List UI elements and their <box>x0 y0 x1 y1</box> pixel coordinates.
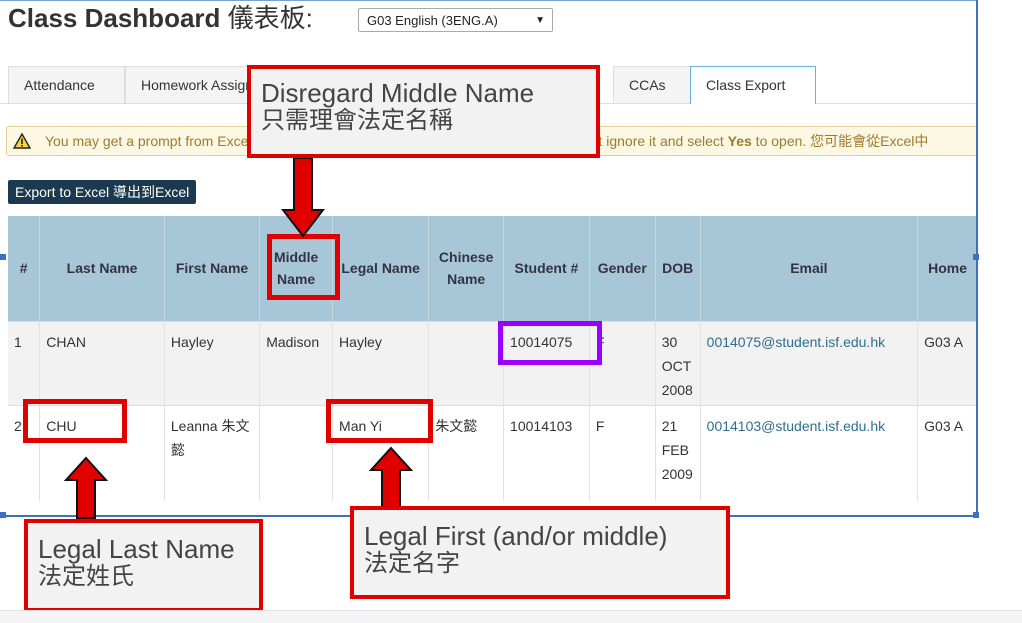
last-name-highlight <box>23 399 127 443</box>
warning-icon <box>13 133 31 149</box>
tab-homework[interactable]: Homework Assignments <box>125 66 255 103</box>
legal-name-highlight <box>326 399 433 443</box>
tab-label: Attendance <box>24 77 95 93</box>
frame-border-top <box>0 0 978 1</box>
tab-ccas[interactable]: CCAs <box>613 66 691 103</box>
bottom-strip <box>0 610 1022 623</box>
col-chinese-name[interactable]: Chinese Name <box>428 216 505 321</box>
resize-handle[interactable] <box>973 254 979 260</box>
callout-first-cn: 法定名字 <box>364 550 460 577</box>
cell-student-number: 10014103 <box>503 404 590 501</box>
col-legal-name[interactable]: Legal Name <box>332 216 430 321</box>
cell-middle-name <box>259 404 334 501</box>
alert-text-middle: st ignore it and select <box>591 133 728 149</box>
callout-middle-name: Disregard Middle Name 只需理會法定名稱 <box>247 65 600 158</box>
cell-dob: 30 OCT 2008 <box>655 320 701 405</box>
tab-label: Class Export <box>706 77 786 93</box>
arrow-up-icon <box>369 446 413 509</box>
email-link[interactable]: 0014103@student.isf.edu.hk <box>707 418 885 434</box>
col-num[interactable]: # <box>8 216 41 321</box>
tab-label: CCAs <box>629 77 666 93</box>
page-title-text: Class Dashboard <box>8 3 221 33</box>
cell-first-name: Leanna 朱文懿 <box>164 404 261 501</box>
resize-handle[interactable] <box>973 512 979 518</box>
student-number-highlight <box>498 321 602 365</box>
export-to-excel-button[interactable]: Export to Excel 導出到Excel <box>8 180 197 204</box>
cell-home: G03 A <box>917 320 978 405</box>
arrow-up-icon <box>64 456 108 519</box>
alert-text-end: to open. 您可能會從Excel中 <box>751 133 929 149</box>
col-first-name[interactable]: First Name <box>164 216 261 321</box>
table-header-row: # Last Name First Name Middle Name Legal… <box>8 216 978 321</box>
arrow-down-icon <box>281 157 325 238</box>
col-dob[interactable]: DOB <box>655 216 701 321</box>
callout-first-en: Legal First (and/or middle) <box>364 521 668 551</box>
class-select-value: G03 English (3ENG.A) <box>367 13 498 28</box>
page-title: Class Dashboard 儀表板: <box>8 0 313 35</box>
class-select[interactable]: G03 English (3ENG.A) ▼ <box>358 8 553 32</box>
resize-handle[interactable] <box>0 254 6 260</box>
export-button-label: Export to Excel 導出到Excel <box>15 184 190 200</box>
callout-last-cn: 法定姓氏 <box>38 563 134 590</box>
callout-last-en: Legal Last Name <box>38 534 235 564</box>
callout-last-name: Legal Last Name 法定姓氏 <box>24 519 263 612</box>
cell-last-name: CHAN <box>39 320 165 405</box>
cell-email: 0014075@student.isf.edu.hk <box>700 320 919 405</box>
alert-text-bold: Yes <box>727 133 752 149</box>
tab-class-export[interactable]: Class Export <box>690 66 816 104</box>
col-gender[interactable]: Gender <box>589 216 656 321</box>
cell-home: G03 A <box>917 404 978 501</box>
callout-middle-cn: 只需理會法定名稱 <box>261 107 453 134</box>
cell-dob: 21 FEB 2009 <box>655 404 701 501</box>
resize-handle[interactable] <box>0 512 6 518</box>
callout-legal-first: Legal First (and/or middle) 法定名字 <box>350 506 730 599</box>
callout-middle-en: Disregard Middle Name <box>261 78 535 108</box>
chevron-down-icon: ▼ <box>535 15 545 26</box>
cell-chinese-name <box>428 320 505 405</box>
table-row: 1 CHAN Hayley Madison Hayley 10014075 F … <box>8 320 978 405</box>
col-home[interactable]: Home <box>917 216 978 321</box>
cell-legal-name: Hayley <box>332 320 430 405</box>
cell-email: 0014103@student.isf.edu.hk <box>700 404 919 501</box>
cell-first-name: Hayley <box>164 320 261 405</box>
alert-text-start: You may get a prompt from Excel <box>45 133 252 149</box>
tab-label: Homework Assignments <box>141 77 254 93</box>
tab-attendance[interactable]: Attendance <box>8 66 125 103</box>
col-last-name[interactable]: Last Name <box>39 216 165 321</box>
cell-gender: F <box>589 404 656 501</box>
table-row: 2 CHU Leanna 朱文懿 Man Yi 朱文懿 10014103 F 2… <box>8 404 978 501</box>
email-link[interactable]: 0014075@student.isf.edu.hk <box>707 334 885 350</box>
col-student-number[interactable]: Student # <box>503 216 590 321</box>
cell-chinese-name: 朱文懿 <box>428 404 505 501</box>
cell-num: 1 <box>8 320 41 405</box>
col-email[interactable]: Email <box>700 216 919 321</box>
student-table: # Last Name First Name Middle Name Legal… <box>8 216 978 501</box>
middle-name-header-highlight <box>267 234 340 300</box>
page-title-cjk: 儀表板: <box>227 3 313 33</box>
cell-middle-name: Madison <box>259 320 334 405</box>
